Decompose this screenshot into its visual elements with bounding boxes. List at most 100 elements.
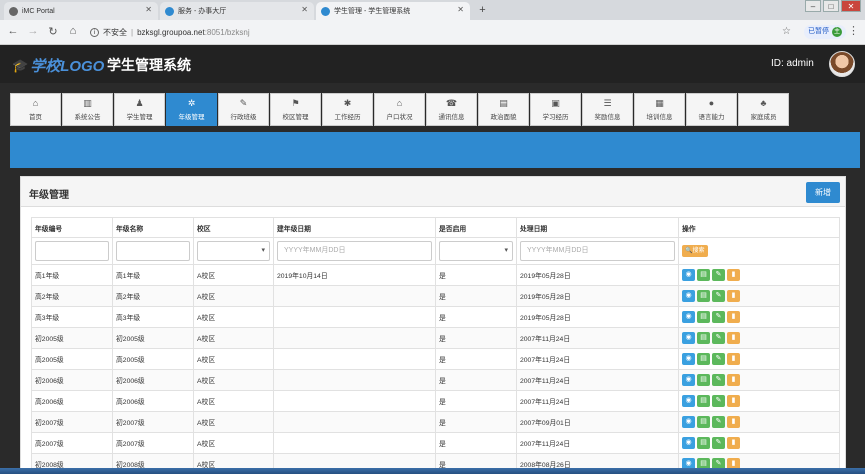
browser-menu-icon[interactable]: ⋮ (848, 24, 859, 37)
edit-button[interactable]: ✎ (712, 311, 725, 323)
close-icon[interactable]: ✕ (301, 5, 308, 14)
view-button[interactable]: ◉ (682, 353, 695, 365)
edit-button[interactable]: ✎ (712, 332, 725, 344)
delete-button[interactable]: ▮ (727, 437, 740, 449)
cell-grade-name: 高3年级 (112, 306, 194, 328)
detail-button[interactable]: ▤ (697, 437, 710, 449)
edit-button[interactable]: ✎ (712, 269, 725, 281)
grade-code-filter-input[interactable] (35, 241, 109, 261)
module-tab-3[interactable]: ✲ 年级管理 (166, 93, 217, 126)
detail-button[interactable]: ▤ (697, 374, 710, 386)
enabled-filter-select[interactable] (439, 241, 513, 261)
cell-actions: ◉ ▤ ✎ ▮ (678, 390, 840, 412)
detail-button[interactable]: ▤ (697, 395, 710, 407)
view-button[interactable]: ◉ (682, 269, 695, 281)
edit-button[interactable]: ✎ (712, 437, 725, 449)
maximize-icon[interactable]: □ (823, 0, 839, 12)
column-header-processed-date[interactable]: 处理日期 (516, 217, 679, 238)
delete-button[interactable]: ▮ (727, 395, 740, 407)
asterisk-icon: ✱ (343, 98, 352, 108)
view-button[interactable]: ◉ (682, 290, 695, 302)
detail-button[interactable]: ▤ (697, 332, 710, 344)
module-tab-11[interactable]: ☰ 奖励信息 (582, 93, 633, 126)
module-tab-7[interactable]: ⌂ 户口状况 (374, 93, 425, 126)
browser-tab-student-management[interactable]: 学生管理 - 学生管理系统 ✕ (316, 2, 470, 20)
browser-tab-imc-portal[interactable]: iMC Portal ✕ (4, 2, 158, 20)
table-row: 初2006级 初2006级 A校区是 2007年11月24日 ◉ ▤ ✎ ▮ (31, 369, 840, 391)
module-tab-13[interactable]: ● 语言能力 (686, 93, 737, 126)
edit-button[interactable]: ✎ (712, 395, 725, 407)
profile-paused-button[interactable]: 已暂停 主 (804, 25, 846, 39)
created-date-filter-input[interactable]: YYYY年MM月DD日 (277, 241, 432, 261)
cell-created-date (273, 285, 436, 307)
reload-icon[interactable]: ↻ (46, 25, 60, 38)
user-avatar[interactable] (829, 51, 855, 77)
os-taskbar (0, 468, 865, 474)
column-header-grade-code[interactable]: 年级编号 (31, 217, 113, 238)
user-id: ID: admin (771, 58, 814, 69)
delete-button[interactable]: ▮ (727, 332, 740, 344)
view-button[interactable]: ◉ (682, 416, 695, 428)
module-tab-6[interactable]: ✱ 工作经历 (322, 93, 373, 126)
module-tab-4[interactable]: ✎ 行政班级 (218, 93, 269, 126)
detail-button[interactable]: ▤ (697, 269, 710, 281)
window-close-icon[interactable]: ✕ (841, 0, 861, 12)
browser-tab-strip: iMC Portal ✕ 服务 - 办事大厅 ✕ 学生管理 - 学生管理系统 ✕… (0, 0, 865, 20)
column-header-grade-name[interactable]: 年级名称 (112, 217, 194, 238)
column-header-campus[interactable]: 校区 (193, 217, 274, 238)
module-tab-5[interactable]: ⚑ 校区管理 (270, 93, 321, 126)
module-tab-10[interactable]: ▣ 学习经历 (530, 93, 581, 126)
back-icon[interactable]: ← (6, 25, 20, 37)
browser-tab-service-hall[interactable]: 服务 - 办事大厅 ✕ (160, 2, 314, 20)
delete-button[interactable]: ▮ (727, 374, 740, 386)
column-header-created-date[interactable]: 建年级日期 (273, 217, 436, 238)
forward-icon[interactable]: → (26, 25, 40, 37)
module-tab-9[interactable]: ▤ 政治面貌 (478, 93, 529, 126)
detail-button[interactable]: ▤ (697, 311, 710, 323)
delete-button[interactable]: ▮ (727, 311, 740, 323)
school-logo[interactable]: 🎓 学校LOGO (12, 55, 104, 76)
module-tab-0[interactable]: ⌂ 首页 (10, 93, 61, 126)
grade-name-filter-input[interactable] (116, 241, 190, 261)
campus-filter-select[interactable] (197, 241, 270, 261)
module-tab-14[interactable]: ♣ 家庭成员 (738, 93, 789, 126)
detail-button[interactable]: ▤ (697, 353, 710, 365)
edit-button[interactable]: ✎ (712, 374, 725, 386)
cell-grade-name: 高2005级 (112, 348, 194, 370)
view-button[interactable]: ◉ (682, 395, 695, 407)
view-button[interactable]: ◉ (682, 374, 695, 386)
cell-grade-code: 初2007级 (31, 411, 113, 433)
view-button[interactable]: ◉ (682, 311, 695, 323)
add-button[interactable]: 新增 (806, 182, 840, 203)
cell-enabled: 是 (435, 285, 517, 307)
new-tab-button[interactable]: + (475, 3, 490, 17)
detail-button[interactable]: ▤ (697, 416, 710, 428)
module-tab-8[interactable]: ☎ 通讯信息 (426, 93, 477, 126)
bookmark-star-icon[interactable]: ☆ (782, 26, 791, 37)
minimize-icon[interactable]: – (805, 0, 821, 12)
address-input[interactable]: i 不安全 | bzksgl.groupoa.net :8051/bzksnj (90, 24, 770, 41)
grade-table: 年级编号 年级名称 校区 建年级日期 是否启用 处理日期 操作 YYYY年MM月… (31, 217, 840, 474)
close-icon[interactable]: ✕ (145, 5, 152, 14)
view-button[interactable]: ◉ (682, 332, 695, 344)
home-icon[interactable]: ⌂ (66, 25, 80, 37)
edit-button[interactable]: ✎ (712, 290, 725, 302)
delete-button[interactable]: ▮ (727, 416, 740, 428)
processed-date-filter-input[interactable]: YYYY年MM月DD日 (520, 241, 675, 261)
module-tab-12[interactable]: ▦ 培训信息 (634, 93, 685, 126)
delete-button[interactable]: ▮ (727, 290, 740, 302)
search-button[interactable]: 🔍搜索 (682, 245, 708, 257)
delete-button[interactable]: ▮ (727, 353, 740, 365)
view-button[interactable]: ◉ (682, 437, 695, 449)
close-icon[interactable]: ✕ (457, 5, 464, 14)
edit-button[interactable]: ✎ (712, 353, 725, 365)
column-header-enabled[interactable]: 是否启用 (435, 217, 517, 238)
edit-button[interactable]: ✎ (712, 416, 725, 428)
module-tab-label: 系统公告 (74, 114, 101, 121)
delete-button[interactable]: ▮ (727, 269, 740, 281)
module-tab-2[interactable]: ♟ 学生管理 (114, 93, 165, 126)
module-tab-1[interactable]: ▥ 系统公告 (62, 93, 113, 126)
detail-button[interactable]: ▤ (697, 290, 710, 302)
table-row: 高2007级 高2007级 A校区是 2007年11月24日 ◉ ▤ ✎ ▮ (31, 432, 840, 454)
info-icon[interactable]: i (90, 28, 99, 37)
